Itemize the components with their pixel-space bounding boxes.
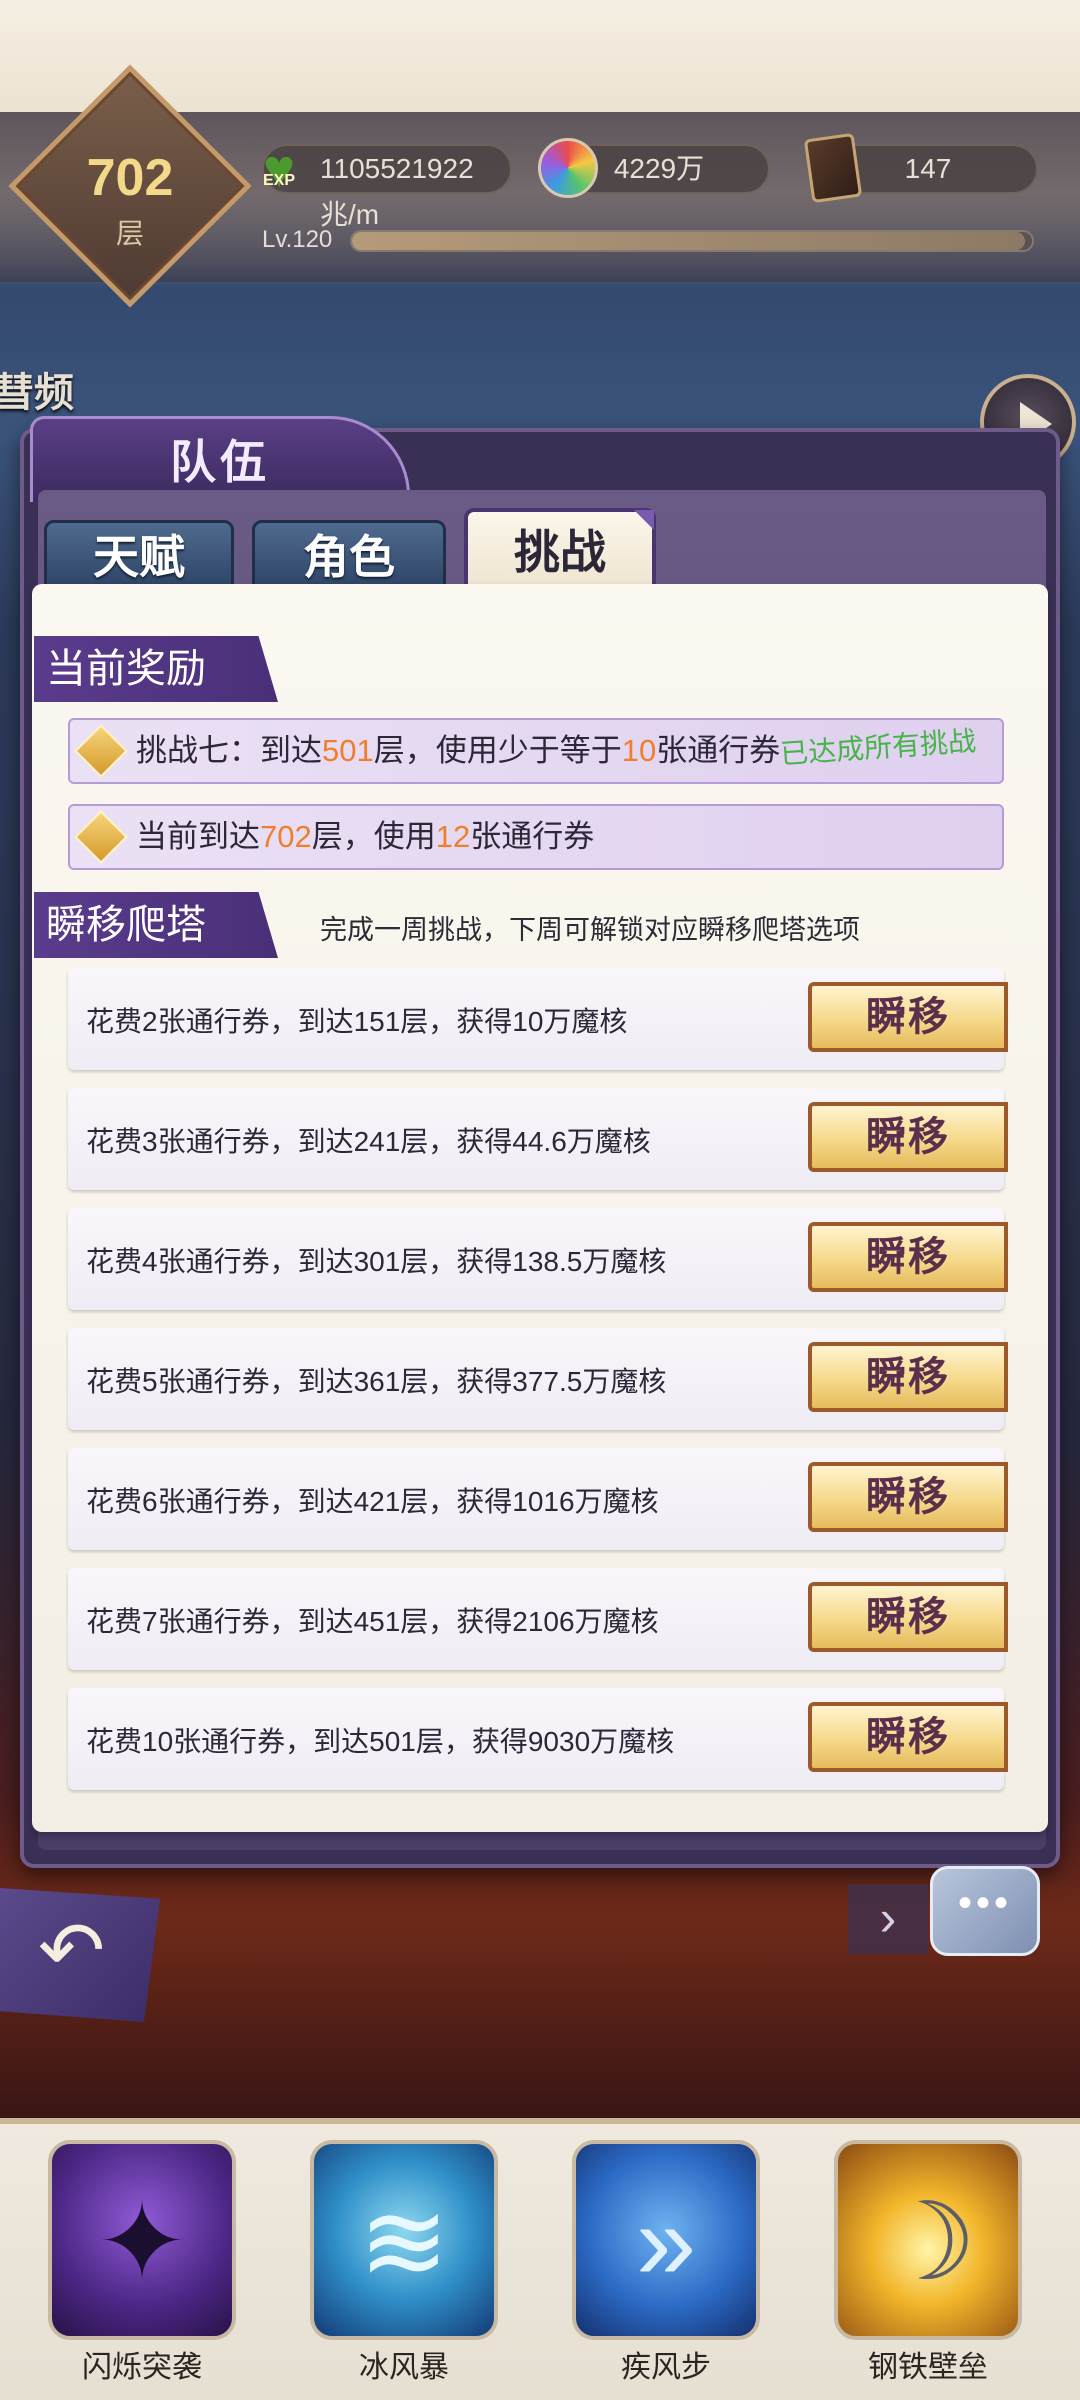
teleport-item-text: 花费3张通行券，到达241层，获得44.6万魔核 bbox=[86, 1126, 651, 1157]
chat-button[interactable]: ••• bbox=[930, 1866, 1040, 1956]
current-reward-title: 当前奖励 bbox=[34, 636, 278, 702]
teleport-button[interactable]: 瞬移 bbox=[808, 982, 1008, 1052]
reward-row1-tickets: 10 bbox=[621, 733, 657, 768]
skill-name: 钢铁壁垒 bbox=[868, 2351, 988, 2384]
teleport-item: 花费5张通行券，到达361层，获得377.5万魔核 瞬移 bbox=[68, 1328, 1008, 1430]
reward-row1-floor: 501 bbox=[322, 733, 374, 768]
teleport-button[interactable]: 瞬移 bbox=[808, 1102, 1008, 1172]
panel-title: 队伍 bbox=[170, 436, 270, 488]
teleport-item: 花费10张通行券，到达501层，获得9030万魔核 瞬移 bbox=[68, 1688, 1008, 1790]
floor-unit: 层 bbox=[115, 218, 144, 249]
teleport-note: 完成一周挑战，下周可解锁对应瞬移爬塔选项 bbox=[320, 915, 860, 945]
ticket-card-icon bbox=[803, 132, 863, 204]
teleport-item: 花费7张通行券，到达451层，获得2106万魔核 瞬移 bbox=[68, 1568, 1008, 1670]
chevron-right-icon[interactable]: › bbox=[848, 1884, 928, 1954]
teleport-button[interactable]: 瞬移 bbox=[808, 1582, 1008, 1652]
level-progress-fill bbox=[352, 232, 1026, 250]
teleport-item: 花费6张通行券，到达421层，获得1016万魔核 瞬移 bbox=[68, 1448, 1008, 1550]
shadow-dash-icon: ✦ bbox=[48, 2140, 236, 2340]
tab-challenge[interactable]: 挑战 bbox=[464, 508, 656, 588]
shield-blade-icon: ☽ bbox=[834, 2140, 1022, 2340]
exp-value: 1105521922兆/m bbox=[320, 153, 474, 230]
reward-row2-tickets: 12 bbox=[435, 819, 471, 854]
reward-row1-prefix: 挑战七：到达 bbox=[136, 733, 322, 768]
reward-row2-middle: 层，使用 bbox=[311, 819, 436, 854]
teleport-title: 瞬移爬塔 bbox=[34, 892, 278, 958]
floor-number: 702 bbox=[86, 149, 174, 207]
teleport-item-text: 花费10张通行券，到达501层，获得9030万魔核 bbox=[86, 1726, 675, 1757]
exp-heart-icon: ♥ EXP bbox=[250, 142, 308, 196]
teleport-item-text: 花费5张通行券，到达361层，获得377.5万魔核 bbox=[86, 1366, 667, 1397]
teleport-item-text: 花费6张通行券，到达421层，获得1016万魔核 bbox=[86, 1486, 659, 1517]
skill-name: 闪烁突袭 bbox=[82, 2351, 202, 2384]
return-arrow-icon: ↶ bbox=[38, 1906, 106, 1995]
player-level: Lv.120 bbox=[262, 226, 333, 253]
teleport-button[interactable]: 瞬移 bbox=[808, 1342, 1008, 1412]
level-progress-bar bbox=[350, 230, 1034, 252]
reward-current-row: 当前到达702层，使用12张通行券 bbox=[68, 804, 1004, 870]
teleport-item-text: 花费2张通行券，到达151层，获得10万魔核 bbox=[86, 1006, 628, 1037]
tornado-icon: ≋ bbox=[310, 2140, 498, 2340]
sprint-icon: » bbox=[572, 2140, 760, 2340]
reward-diamond-icon bbox=[74, 724, 128, 778]
tab-talent[interactable]: 天赋 bbox=[44, 520, 234, 588]
reward-row2-prefix: 当前到达 bbox=[136, 819, 260, 854]
reward-row2-suffix: 张通行券 bbox=[470, 819, 595, 854]
reward-row2-floor: 702 bbox=[260, 819, 312, 854]
skill-name: 冰风暴 bbox=[359, 2351, 449, 2384]
teleport-item-text: 花费4张通行券，到达301层，获得138.5万魔核 bbox=[86, 1246, 667, 1277]
reward-row1-middle: 层，使用少于等于 bbox=[373, 733, 622, 768]
teleport-item-text: 花费7张通行券，到达451层，获得2106万魔核 bbox=[86, 1606, 659, 1637]
teleport-item: 花费2张通行券，到达151层，获得10万魔核 瞬移 bbox=[68, 968, 1008, 1070]
reward-row1-suffix: 张通行券 bbox=[656, 733, 781, 768]
teleport-button[interactable]: 瞬移 bbox=[808, 1462, 1008, 1532]
reward-diamond-icon bbox=[74, 810, 128, 864]
skill-slot[interactable]: ≋ 冰风暴 bbox=[306, 2136, 502, 2400]
teleport-item: 花费3张通行券，到达241层，获得44.6万魔核 瞬移 bbox=[68, 1088, 1008, 1190]
exp-icon-label: EXP bbox=[262, 172, 295, 189]
skill-slot[interactable]: ✦ 闪烁突袭 bbox=[44, 2136, 240, 2400]
rainbow-gem-icon bbox=[538, 138, 598, 198]
top-banner bbox=[0, 0, 1080, 112]
skill-slot[interactable]: » 疾风步 bbox=[568, 2136, 764, 2400]
teleport-button[interactable]: 瞬移 bbox=[808, 1222, 1008, 1292]
side-left-label: 彗频 bbox=[0, 371, 74, 415]
skill-name: 疾风步 bbox=[621, 2351, 711, 2384]
skill-slot[interactable]: ☽ 钢铁壁垒 bbox=[830, 2136, 1026, 2400]
teleport-button[interactable]: 瞬移 bbox=[808, 1702, 1008, 1772]
teleport-item: 花费4张通行券，到达301层，获得138.5万魔核 瞬移 bbox=[68, 1208, 1008, 1310]
chat-bubble-icon: ••• bbox=[957, 1881, 1012, 1925]
tab-character[interactable]: 角色 bbox=[252, 520, 446, 588]
